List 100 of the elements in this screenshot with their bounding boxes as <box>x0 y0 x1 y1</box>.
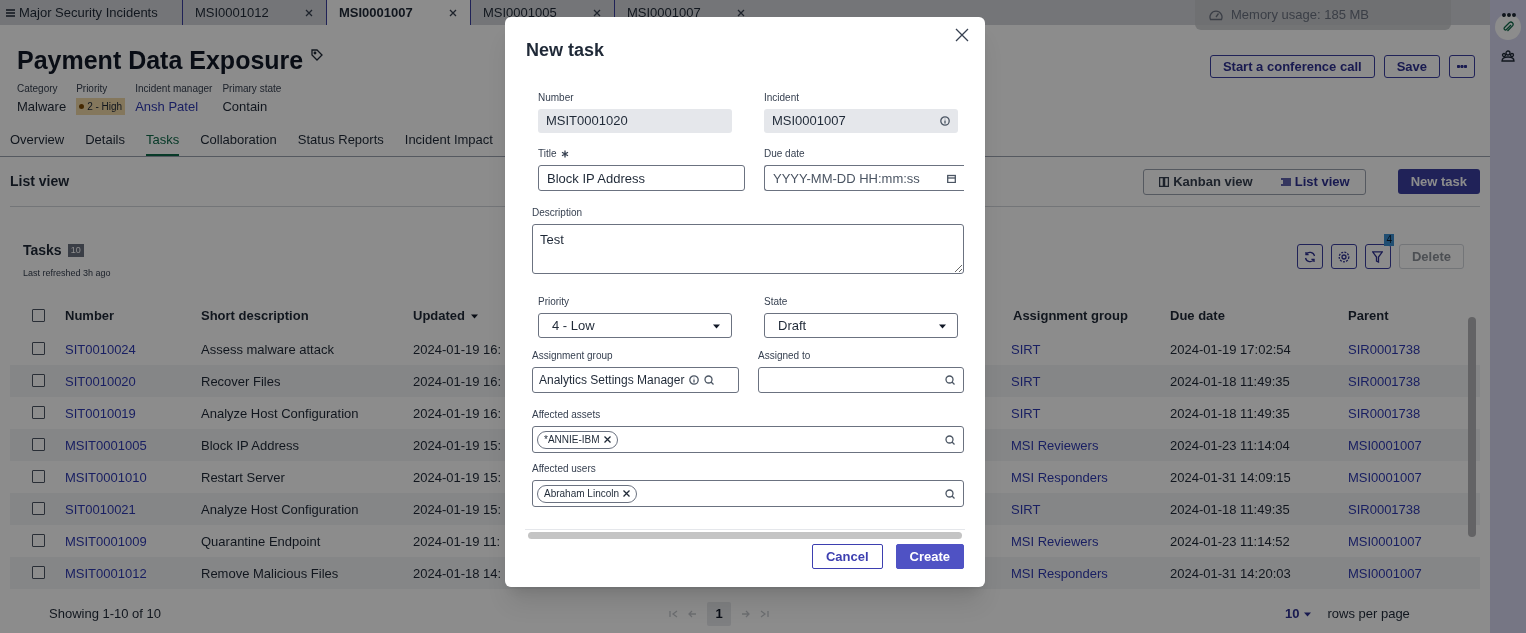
manager-link[interactable]: Ansh Patel <box>135 97 213 117</box>
more-icon <box>1457 65 1467 68</box>
close-icon <box>955 28 969 42</box>
table-link[interactable]: MSI Responders <box>1011 469 1108 485</box>
page-button[interactable]: 1 <box>707 601 731 626</box>
field-label: Assignment group <box>532 349 614 363</box>
new-task-button[interactable]: New task <box>1397 169 1480 195</box>
affected-assets-field[interactable]: *ANNIE-IBM <box>532 426 964 453</box>
table-link[interactable]: SIT0010019 <box>65 405 136 421</box>
assigned-to-field[interactable] <box>758 367 964 393</box>
table-link[interactable]: SIT0010021 <box>65 501 136 517</box>
horizontal-scrollbar[interactable] <box>528 532 962 539</box>
table-link[interactable]: MSI0001007 <box>1348 469 1422 485</box>
priority-dropdown[interactable]: 4 - Low <box>538 313 732 338</box>
table-link[interactable]: SIRT <box>1011 405 1041 421</box>
table-cell: 2024-01-31 14:09:15 <box>1170 469 1291 485</box>
rows-per-page-select[interactable]: 10 <box>1285 604 1313 624</box>
table-link[interactable]: MSI0001007 <box>1348 533 1422 549</box>
nav-tab[interactable]: Details <box>85 124 125 156</box>
view-toggle[interactable]: Kanban view <box>1159 171 1253 192</box>
action-button[interactable]: Save <box>1383 55 1440 78</box>
table-link[interactable]: SIRT <box>1011 373 1041 389</box>
table-link[interactable]: SIT0010024 <box>65 341 136 357</box>
table-link[interactable]: MSI Responders <box>1011 565 1108 581</box>
row-checkbox[interactable] <box>31 438 45 452</box>
first-page-icon <box>669 609 678 618</box>
table-link[interactable]: MSI Reviewers <box>1011 437 1099 453</box>
table-link[interactable]: MSIT0001012 <box>65 565 147 581</box>
nav-tab[interactable]: Status Reports <box>297 124 384 156</box>
more-icon[interactable] <box>1502 13 1516 17</box>
nav-tab[interactable]: Tasks <box>145 124 180 156</box>
table-link[interactable]: SIR0001738 <box>1348 341 1421 357</box>
menu-icon[interactable] <box>6 8 15 17</box>
view-toggle[interactable]: List view <box>1280 171 1350 192</box>
title-input[interactable]: Block IP Address <box>538 165 745 191</box>
refresh-button[interactable] <box>1296 244 1323 270</box>
table-link[interactable]: MSIT0001009 <box>65 533 147 549</box>
field-label: Number <box>538 91 575 105</box>
dialog-button[interactable]: Cancel <box>811 544 883 569</box>
table-link[interactable]: MSIT0001005 <box>65 437 147 453</box>
table-link[interactable]: SIR0001738 <box>1348 405 1421 421</box>
app-tab[interactable]: MSI0001007 <box>326 0 470 25</box>
row-checkbox[interactable] <box>31 470 45 484</box>
field-label: Incident manager <box>135 82 213 96</box>
select-all-checkbox[interactable] <box>31 309 45 323</box>
column-header[interactable]: Short description <box>201 305 309 326</box>
close-icon[interactable] <box>592 7 602 18</box>
row-checkbox[interactable] <box>31 374 45 388</box>
row-checkbox[interactable] <box>31 566 45 580</box>
attachment-button[interactable] <box>1495 14 1521 40</box>
column-header[interactable]: Parent <box>1348 305 1389 326</box>
description-input[interactable]: Test <box>532 224 964 274</box>
showing-count: Showing 1-10 of 10 <box>49 605 163 624</box>
table-link[interactable]: SIT0010020 <box>65 373 136 389</box>
table-link[interactable]: MSI0001007 <box>1348 565 1422 581</box>
refresh-note: Last refreshed 3h ago <box>23 267 111 281</box>
tasks-title: Tasks <box>23 241 62 261</box>
affected-users-field[interactable]: Abraham Lincoln <box>532 480 964 507</box>
field-value: Analytics Settings Manager <box>539 372 685 389</box>
table-cell: 2024-01-23 11:14:52 <box>1170 533 1290 549</box>
row-checkbox[interactable] <box>31 534 45 548</box>
table-cell: Quarantine Endpoint <box>201 533 321 549</box>
close-icon[interactable] <box>736 7 746 18</box>
field-label: Priority <box>76 82 109 96</box>
nav-tab[interactable]: Overview <box>10 124 65 156</box>
list-icon <box>1280 177 1291 186</box>
column-header[interactable]: Assignment group <box>1011 305 1128 326</box>
nav-tab[interactable]: Collaboration <box>200 124 277 156</box>
row-checkbox[interactable] <box>31 406 45 420</box>
state-dropdown[interactable]: Draft <box>764 313 958 338</box>
dialog-button[interactable]: Create <box>895 544 964 569</box>
scrollbar[interactable] <box>1468 316 1476 537</box>
dialog-title: New task <box>526 39 605 62</box>
due-date-field[interactable]: YYYY-MM-DD HH:mm:ss <box>764 165 964 191</box>
refresh-icon <box>1303 250 1316 263</box>
delete-button[interactable]: Delete <box>1398 244 1464 270</box>
action-button[interactable]: Start a conference call <box>1209 55 1375 78</box>
caret-icon <box>1303 610 1313 617</box>
row-checkbox[interactable] <box>31 342 45 356</box>
nav-tab[interactable]: Incident Impact <box>404 124 493 156</box>
table-link[interactable]: SIR0001738 <box>1348 373 1421 389</box>
people-icon[interactable] <box>1501 50 1515 62</box>
close-button[interactable] <box>954 27 970 43</box>
table-link[interactable]: SIRT <box>1011 501 1041 517</box>
table-link[interactable]: MSIT0001010 <box>65 469 147 485</box>
table-link[interactable]: MSI0001007 <box>1348 437 1422 453</box>
calendar-icon <box>947 174 956 183</box>
field-label: Due date <box>764 147 806 161</box>
table-link[interactable]: SIR0001738 <box>1348 501 1421 517</box>
settings-button[interactable] <box>1330 244 1357 270</box>
more-button[interactable] <box>1449 55 1475 78</box>
table-link[interactable]: SIRT <box>1011 341 1041 357</box>
row-checkbox[interactable] <box>31 502 45 516</box>
assignment-group-field[interactable]: Analytics Settings Manager <box>532 367 739 393</box>
column-header[interactable]: Number <box>65 305 115 326</box>
column-header[interactable]: Updated <box>413 305 465 326</box>
column-header[interactable]: Due date <box>1170 305 1225 326</box>
table-link[interactable]: MSI Reviewers <box>1011 533 1099 549</box>
table-cell: Analyze Host Configuration <box>201 405 359 421</box>
record-title: Payment Data Exposure <box>17 45 304 75</box>
